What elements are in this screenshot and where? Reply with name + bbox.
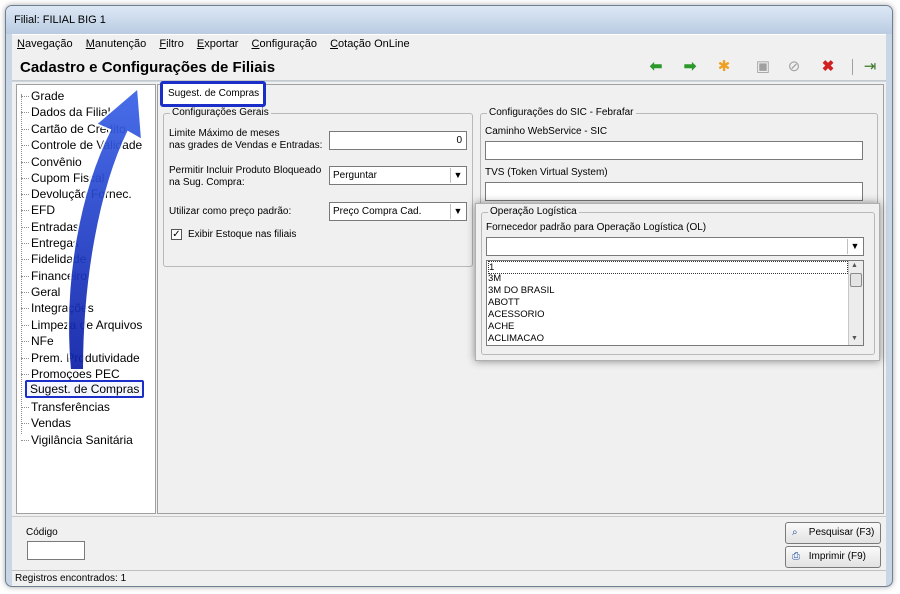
logistics-title: Operação Logística: [488, 206, 579, 217]
supplier-option[interactable]: 1: [488, 261, 848, 274]
blocked-label-line2: na Sug. Compra:: [169, 177, 245, 188]
print-button-label: Imprimir (F9): [808, 551, 866, 562]
tree-item-financeiro[interactable]: Financeiro: [21, 269, 87, 283]
tree-item-prem-produtividade[interactable]: Prem. Produtividade: [21, 351, 140, 365]
scroll-thumb[interactable]: [850, 273, 862, 287]
tree-item-sugest-compras[interactable]: Sugest. de Compras: [25, 380, 145, 398]
menu-navegacao[interactable]: Navegação: [12, 35, 78, 50]
blocked-product-select[interactable]: Perguntar ▼: [329, 166, 467, 185]
supplier-options-list: 1 3M 3M DO BRASIL ABOTT ACESSORIO ACHE A…: [486, 260, 864, 346]
chevron-down-icon: ▼: [847, 239, 862, 254]
sic-settings-title: Configurações do SIC - Febrafar: [487, 107, 636, 118]
menu-exportar[interactable]: Exportar: [192, 35, 244, 50]
category-tree: Grade Dados da Filial Cartão de Crédito …: [16, 84, 156, 514]
months-limit-input[interactable]: 0: [329, 131, 467, 150]
tree-item-entradas[interactable]: Entradas: [21, 220, 79, 234]
show-stock-label: Exibir Estoque nas filiais: [188, 229, 297, 240]
supplier-select[interactable]: ▼: [486, 237, 864, 256]
toolbar-separator: [852, 59, 853, 75]
tree-item-nfe[interactable]: NFe: [21, 334, 54, 348]
sic-settings-group: Configurações do SIC - Febrafar Caminho …: [480, 107, 878, 209]
chevron-down-icon: ▼: [450, 204, 465, 219]
cancel-icon[interactable]: ⊘: [784, 57, 804, 77]
months-label-line1: Limite Máximo de meses: [169, 128, 280, 139]
tree-item-vigilancia[interactable]: Vigilância Sanitária: [21, 433, 133, 447]
page-header: Cadastro e Configurações de Filiais ⬅ ➡ …: [12, 53, 886, 81]
code-label: Código: [26, 527, 58, 538]
printer-icon: ⎙: [792, 551, 800, 562]
exit-icon[interactable]: ⇥: [860, 57, 880, 77]
blocked-product-value: Perguntar: [333, 170, 377, 181]
tree-item-limpeza[interactable]: Limpeza de Arquivos: [21, 318, 142, 332]
menu-bar: Navegação Manutenção Filtro Exportar Con…: [12, 34, 886, 53]
tree-item-convenio[interactable]: Convênio: [21, 155, 82, 169]
supplier-label: Fornecedor padrão para Operação Logístic…: [486, 222, 707, 233]
menu-cotacao-online[interactable]: Cotação OnLine: [325, 35, 415, 50]
supplier-option[interactable]: ABOTT: [488, 297, 520, 308]
delete-icon[interactable]: ✖: [818, 57, 838, 77]
tree-item-cartao[interactable]: Cartão de Crédito: [21, 122, 126, 136]
default-price-value: Preço Compra Cad.: [333, 206, 422, 217]
tree-item-efd[interactable]: EFD: [21, 203, 55, 217]
tab-sugest-compras[interactable]: Sugest. de Compras: [160, 81, 266, 107]
tree-item-dados-filial[interactable]: Dados da Filial: [21, 105, 110, 119]
logistics-dropdown-panel: Operação Logística Fornecedor padrão par…: [475, 203, 880, 361]
tree-item-geral[interactable]: Geral: [21, 285, 60, 299]
months-label-line2: nas grades de Vendas e Entradas:: [169, 140, 323, 151]
search-panel: Código ⌕ Pesquisar (F3) ⎙ Imprimir (F9): [12, 516, 886, 570]
tree-item-integracoes[interactable]: Integrações: [21, 301, 94, 315]
tree-item-entregas[interactable]: Entregas: [21, 236, 79, 250]
price-label: Utilizar como preço padrão:: [169, 206, 292, 217]
new-star-icon[interactable]: ✱: [714, 57, 734, 77]
supplier-option[interactable]: ACHE: [488, 321, 514, 332]
page-title: Cadastro e Configurações de Filiais: [20, 59, 276, 76]
blocked-label-line1: Permitir Incluir Produto Bloqueado: [169, 165, 322, 176]
tree-item-transferencias[interactable]: Transferências: [21, 400, 110, 414]
tvs-input[interactable]: [485, 182, 863, 201]
tree-item-fidelidade[interactable]: Fidelidade: [21, 252, 86, 266]
options-scrollbar[interactable]: ▲ ▼: [848, 261, 863, 345]
tree-item-devolucao[interactable]: Devolução Fornec.: [21, 187, 132, 201]
save-icon[interactable]: ▣: [753, 57, 773, 77]
tree-item-vendas[interactable]: Vendas: [21, 416, 71, 430]
tree-item-controle-validade[interactable]: Controle de Validade: [21, 138, 142, 152]
supplier-option[interactable]: ACLIMACAO: [488, 333, 544, 344]
default-price-select[interactable]: Preço Compra Cad. ▼: [329, 202, 467, 221]
tvs-label: TVS (Token Virtual System): [485, 167, 608, 178]
menu-filtro[interactable]: Filtro: [154, 35, 188, 50]
tree-item-cupom-fiscal[interactable]: Cupom Fiscal: [21, 171, 104, 185]
show-stock-checkbox[interactable]: ✓: [171, 229, 182, 240]
general-settings-group: Configurações Gerais Limite Máximo de me…: [163, 107, 473, 267]
title-bar: Filial: FILIAL BIG 1: [6, 6, 892, 34]
supplier-option[interactable]: 3M: [488, 273, 501, 284]
general-settings-title: Configurações Gerais: [170, 107, 271, 118]
main-window: Filial: FILIAL BIG 1 Navegação Manutençã…: [5, 5, 893, 587]
supplier-option[interactable]: ACESSORIO: [488, 309, 545, 320]
search-icon: ⌕: [792, 527, 798, 538]
scroll-down-icon[interactable]: ▼: [851, 335, 858, 342]
arrow-right-icon[interactable]: ➡: [680, 57, 700, 77]
status-bar: Registros encontrados: 1: [12, 570, 886, 586]
menu-manutencao[interactable]: Manutenção: [81, 35, 152, 50]
webservice-label: Caminho WebService - SIC: [485, 126, 608, 137]
window-title: Filial: FILIAL BIG 1: [14, 14, 106, 26]
menu-configuracao[interactable]: Configuração: [247, 35, 322, 50]
tree-item-grade[interactable]: Grade: [21, 89, 64, 103]
scroll-up-icon[interactable]: ▲: [851, 262, 858, 269]
supplier-option[interactable]: 3M DO BRASIL: [488, 285, 555, 296]
code-input[interactable]: [27, 541, 85, 560]
print-button[interactable]: ⎙ Imprimir (F9): [785, 546, 881, 568]
arrow-left-icon[interactable]: ⬅: [646, 57, 666, 77]
tree-item-promocoes-pec[interactable]: Promoções PEC: [21, 367, 120, 381]
search-button[interactable]: ⌕ Pesquisar (F3): [785, 522, 881, 544]
webservice-input[interactable]: [485, 141, 863, 160]
chevron-down-icon: ▼: [450, 168, 465, 183]
search-button-label: Pesquisar (F3): [808, 527, 875, 538]
